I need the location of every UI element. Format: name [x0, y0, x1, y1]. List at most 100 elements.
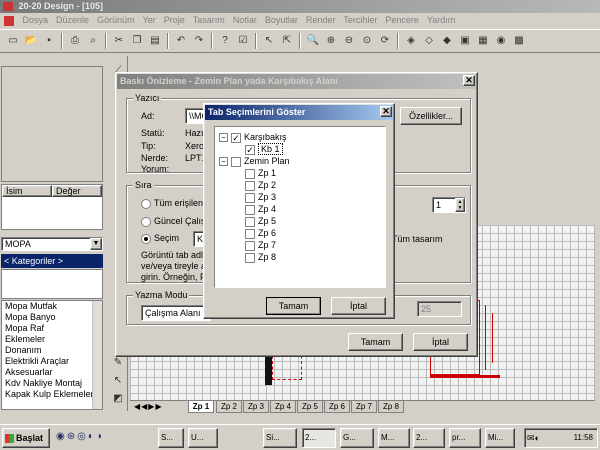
- checkbox-zp1[interactable]: [245, 168, 255, 179]
- scale-input[interactable]: 25: [417, 301, 462, 317]
- tree-row-zp3[interactable]: Zp 3: [245, 191, 276, 203]
- render-icon[interactable]: ◉: [493, 33, 509, 49]
- catalog-select[interactable]: MOPA ▼: [1, 237, 103, 251]
- list-item[interactable]: Mopa Banyo: [2, 312, 102, 323]
- tab-zp2[interactable]: Zp 2: [216, 401, 242, 413]
- save-icon[interactable]: ▪: [41, 33, 57, 49]
- menu-help[interactable]: Yardım: [423, 13, 459, 27]
- list-item[interactable]: Kapak Kulp Eklemeleri: [2, 389, 102, 400]
- checkbox-zp4[interactable]: [245, 204, 255, 215]
- taskbar-item-active[interactable]: 2...: [302, 428, 336, 448]
- catalog-list[interactable]: Mopa Mutfak Mopa Banyo Mopa Raf Eklemele…: [1, 300, 103, 410]
- tree-row-karsibakis[interactable]: − ✓ Karşıbakış: [219, 131, 287, 143]
- collapse-icon[interactable]: −: [219, 133, 228, 143]
- list-scrollbar[interactable]: [92, 301, 102, 409]
- list-item[interactable]: Elektrikli Araçlar: [2, 356, 102, 367]
- tree-row-zp5[interactable]: Zp 5: [245, 215, 276, 227]
- taskbar-item[interactable]: U...: [188, 428, 218, 448]
- list-item[interactable]: Mopa Mutfak: [2, 301, 102, 312]
- menu-window[interactable]: Pencere: [381, 13, 423, 27]
- grid-header-value[interactable]: Değer: [52, 185, 102, 197]
- list-item[interactable]: Eklemeler: [2, 334, 102, 345]
- start-button[interactable]: Başlat: [2, 428, 50, 448]
- radio-selection[interactable]: Seçim: [141, 233, 179, 244]
- taskbar-item[interactable]: M...: [378, 428, 410, 448]
- tab-zp5[interactable]: Zp 5: [297, 401, 323, 413]
- tab-ok-button[interactable]: Tamam: [266, 297, 321, 315]
- view-top-icon[interactable]: ▣: [457, 33, 473, 49]
- checkbox-zp7[interactable]: [245, 240, 255, 251]
- menu-notes[interactable]: Notlar: [229, 13, 261, 27]
- all-designs-checkbox[interactable]: Tüm tasarım: [392, 234, 443, 244]
- tab-zp1[interactable]: Zp 1: [188, 401, 214, 413]
- checkbox-zp2[interactable]: [245, 180, 255, 191]
- document-icon[interactable]: [4, 15, 14, 26]
- help-icon[interactable]: ?: [217, 33, 233, 49]
- taskbar-item[interactable]: Si...: [263, 428, 297, 448]
- view-cube-icon[interactable]: ◆: [439, 33, 455, 49]
- print-icon[interactable]: ⎙: [67, 33, 83, 49]
- radio-all-pages[interactable]: Tüm erişilen g: [141, 198, 211, 209]
- print-ok-button[interactable]: Tamam: [348, 333, 403, 351]
- tab-zp4[interactable]: Zp 4: [270, 401, 296, 413]
- radio-selection-indicator[interactable]: [141, 233, 151, 244]
- zoom-fit-icon[interactable]: ⊙: [359, 33, 375, 49]
- view-iso-icon[interactable]: ◇: [421, 33, 437, 49]
- pointer-icon[interactable]: ↖: [261, 33, 277, 49]
- redo-icon[interactable]: ↷: [191, 33, 207, 49]
- menu-render[interactable]: Render: [302, 13, 340, 27]
- taskbar-item[interactable]: G...: [340, 428, 374, 448]
- tab-zp3[interactable]: Zp 3: [243, 401, 269, 413]
- tree-row-kb1[interactable]: ✓ Kb 1: [245, 143, 283, 155]
- tab-cancel-button[interactable]: İptal: [331, 297, 386, 315]
- view-3d-icon[interactable]: ◈: [403, 33, 419, 49]
- tab-nav-icon[interactable]: ◀◀▶▶: [134, 401, 163, 413]
- collapse-icon[interactable]: −: [219, 157, 228, 167]
- wall-tool-icon[interactable]: ✎: [110, 355, 126, 371]
- quicklaunch-icons[interactable]: ◉⊛◎◐◑: [56, 431, 104, 442]
- checkbox-zp3[interactable]: [245, 192, 255, 203]
- zoom-out-icon[interactable]: ⊖: [341, 33, 357, 49]
- radio-all-indicator[interactable]: [141, 198, 151, 209]
- refresh-icon[interactable]: ⟳: [377, 33, 393, 49]
- tree-row-zemin-plan[interactable]: − Zemin Plan: [219, 155, 290, 167]
- tag-tool-icon[interactable]: ◩: [110, 391, 126, 407]
- close-icon[interactable]: ✕: [380, 106, 392, 117]
- print-preview-icon[interactable]: ⌕: [85, 33, 101, 49]
- chevron-down-icon[interactable]: ▼: [90, 238, 102, 250]
- spinner-icon[interactable]: ▲ ▼: [455, 198, 465, 212]
- open-icon[interactable]: 📂: [23, 33, 39, 49]
- grid-header-name[interactable]: İsim: [2, 185, 52, 197]
- list-item[interactable]: Mopa Raf: [2, 323, 102, 334]
- menu-dimensions[interactable]: Boyutlar: [261, 13, 302, 27]
- tab-zp7[interactable]: Zp 7: [351, 401, 377, 413]
- checkbox-zp8[interactable]: [245, 252, 255, 263]
- list-item[interactable]: Aksesuarlar: [2, 367, 102, 378]
- list-item[interactable]: Kdv Nakliye Montaj: [2, 378, 102, 389]
- arrow-tool-icon[interactable]: ↖: [110, 373, 126, 389]
- menu-edit[interactable]: Düzenle: [52, 13, 93, 27]
- cut-icon[interactable]: ✂: [111, 33, 127, 49]
- menu-view[interactable]: Görünüm: [93, 13, 139, 27]
- tree-row-zp7[interactable]: Zp 7: [245, 239, 276, 251]
- tree-row-zp2[interactable]: Zp 2: [245, 179, 276, 191]
- tree-row-zp4[interactable]: Zp 4: [245, 203, 276, 215]
- taskbar-item[interactable]: pr...: [449, 428, 481, 448]
- tree-row-zp1[interactable]: Zp 1: [245, 167, 276, 179]
- undo-icon[interactable]: ↶: [173, 33, 189, 49]
- write-mode-select[interactable]: Çalışma Alanı: [141, 305, 211, 321]
- tab-tree[interactable]: − ✓ Karşıbakış ✓ Kb 1 − Zemin Plan Zp 1 Zp 2…: [214, 126, 386, 288]
- copies-input[interactable]: 1 ▲ ▼: [432, 197, 466, 213]
- menu-project[interactable]: Proje: [160, 13, 189, 27]
- paste-icon[interactable]: ▤: [147, 33, 163, 49]
- menu-design[interactable]: Tasarım: [189, 13, 229, 27]
- taskbar-item[interactable]: Mi...: [485, 428, 515, 448]
- checkbox-zp5[interactable]: [245, 216, 255, 227]
- checkbox-zp6[interactable]: [245, 228, 255, 239]
- select-icon[interactable]: ⇱: [279, 33, 295, 49]
- checkbox-zemin-plan[interactable]: [231, 156, 241, 167]
- menu-file[interactable]: Dosya: [19, 13, 53, 27]
- properties-button[interactable]: Özellikler...: [400, 107, 462, 125]
- zoom-in-icon[interactable]: ⊕: [323, 33, 339, 49]
- tray-icons[interactable]: ✉◐: [527, 433, 540, 443]
